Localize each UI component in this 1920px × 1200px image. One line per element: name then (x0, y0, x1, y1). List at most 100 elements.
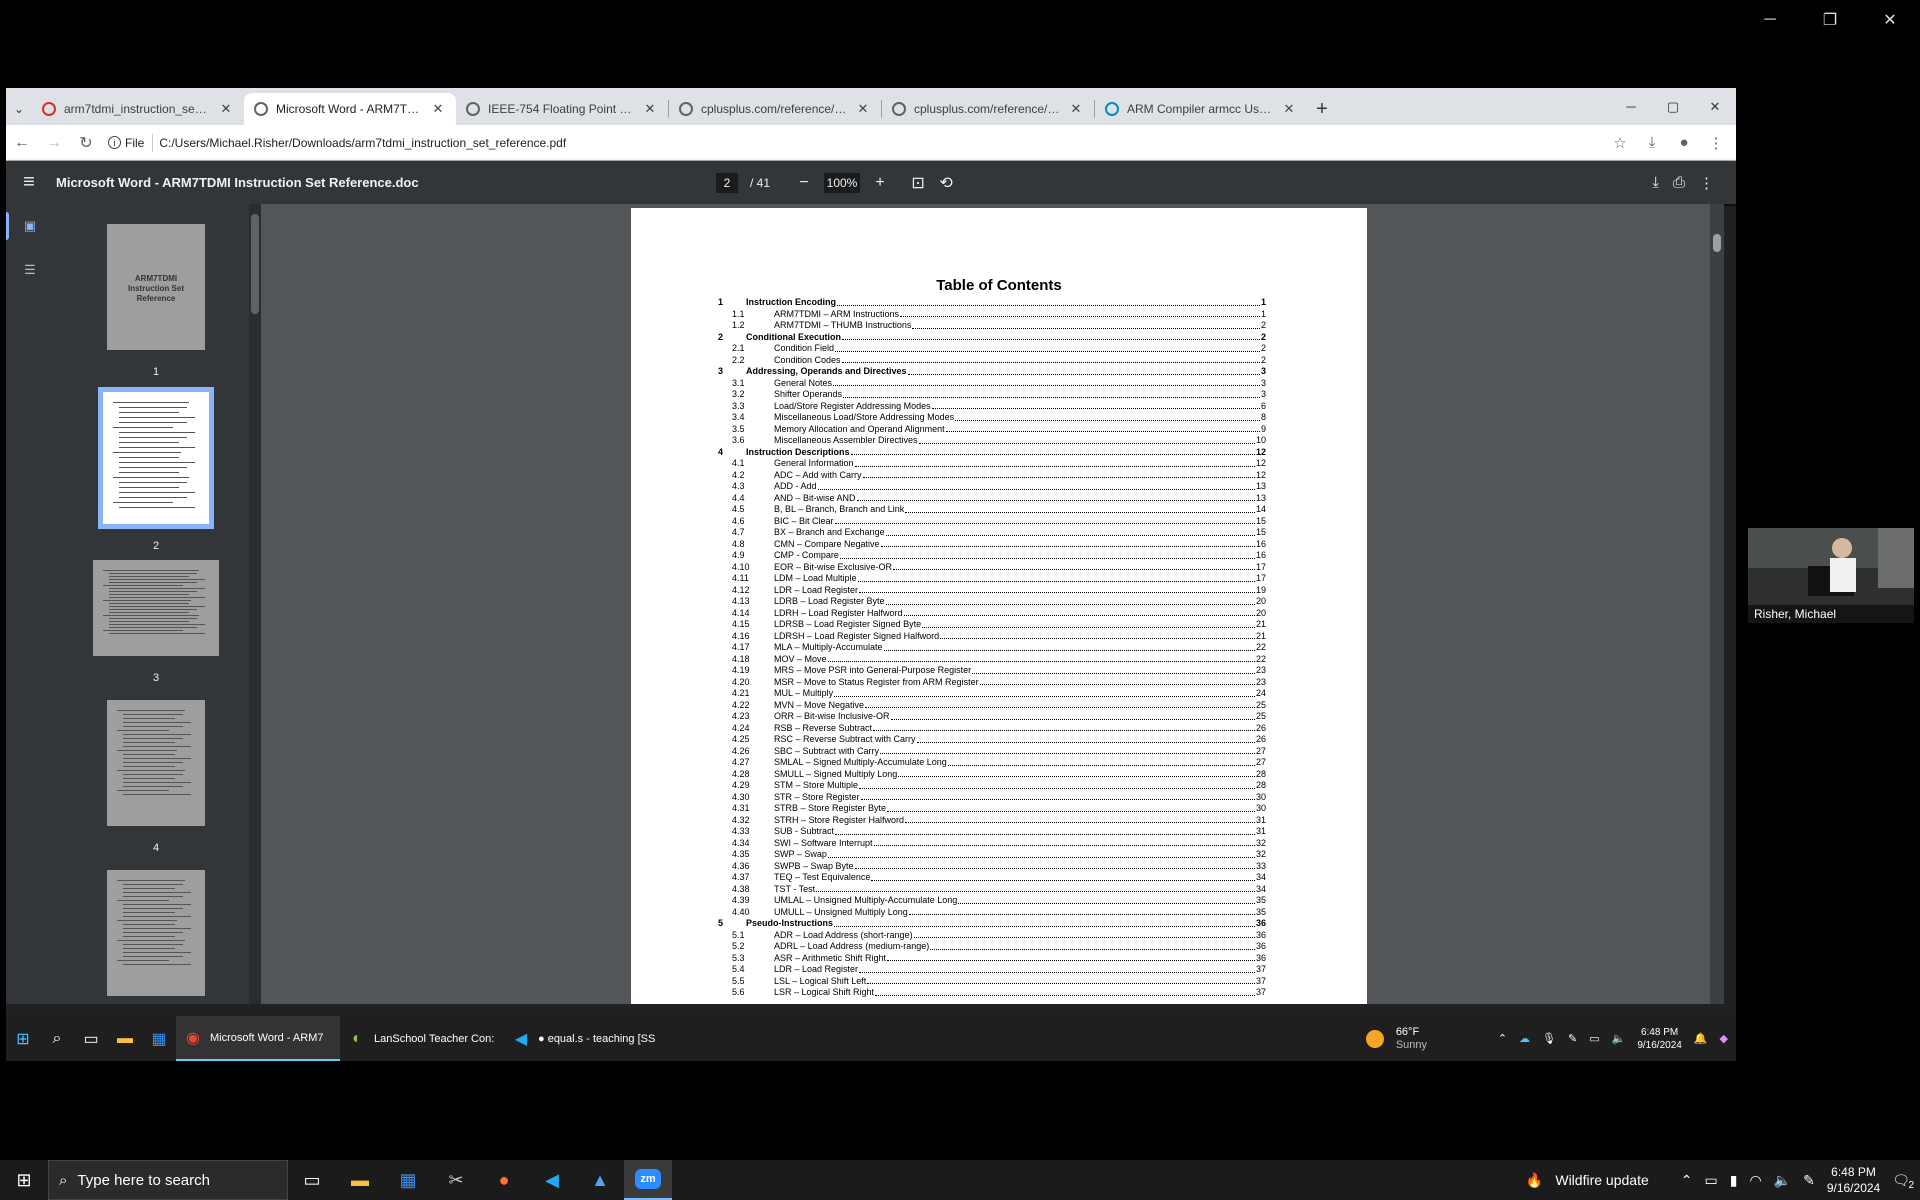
pdf-viewer[interactable]: Table of Contents 1 Instruction Encoding 1… (261, 204, 1724, 1004)
toc-row[interactable]: 2.1 Condition Field 2 (718, 343, 1266, 355)
toc-row[interactable]: 4.39 UMLAL – Unsigned Multiply-Accumulate… (718, 895, 1266, 907)
toc-row[interactable]: 4.20 MSR – Move to Status Register from A… (718, 677, 1266, 689)
remote-file-explorer-icon[interactable]: ▬ (108, 1016, 142, 1061)
toc-row[interactable]: 4.1 General Information 12 (718, 458, 1266, 470)
toc-row[interactable]: 4.38 TST - Test 34 (718, 884, 1266, 896)
browser-minimize-button[interactable]: ─ (1610, 88, 1652, 125)
tray-device-icon[interactable]: ▭ (1704, 1172, 1717, 1189)
browser-tab[interactable]: cplusplus.com/reference/cstdio ✕ (669, 93, 881, 125)
vscode-icon[interactable]: ◀ (528, 1160, 576, 1200)
profile-icon[interactable]: ● (1672, 134, 1696, 152)
page-thumbnail[interactable]: 5 (107, 870, 205, 1004)
toc-row[interactable]: 4.9 CMP - Compare 16 (718, 550, 1266, 562)
outer-maximize-button[interactable]: ❐ (1800, 0, 1860, 40)
pdf-download-icon[interactable]: ⤓ (1652, 174, 1659, 192)
toc-row[interactable]: 4.29 STM – Store Multiple 28 (718, 780, 1266, 792)
toc-row[interactable]: 4.22 MVN – Move Negative 25 (718, 700, 1266, 712)
battery-icon[interactable]: ▮ (1730, 1172, 1738, 1189)
toc-row[interactable]: 4.6 BIC – Bit Clear 15 (718, 516, 1266, 528)
toc-row[interactable]: 3.3 Load/Store Register Addressing Modes 6 (718, 401, 1266, 413)
toc-row[interactable]: 3.5 Memory Allocation and Operand Alignme… (718, 424, 1266, 436)
file-explorer-icon[interactable]: ▬ (336, 1160, 384, 1200)
toc-row[interactable]: 4.3 ADD - Add 13 (718, 481, 1266, 493)
browser-tab[interactable]: ARM Compiler armcc User Guide ✕ (1095, 93, 1307, 125)
chevron-up-icon[interactable]: ⌃ (1498, 1032, 1507, 1045)
onedrive-icon[interactable]: ☁ (1519, 1032, 1530, 1045)
reload-button[interactable]: ↻ (70, 127, 102, 159)
page-thumbnail[interactable]: 4 (107, 700, 205, 854)
firefox-icon[interactable]: ● (480, 1160, 528, 1200)
notification-icon[interactable]: 🗨 2 (1892, 1172, 1914, 1191)
browser-close-button[interactable]: ✕ (1694, 88, 1736, 125)
toc-row[interactable]: 1.1 ARM7TDMI – ARM Instructions 1 (718, 309, 1266, 321)
toc-row[interactable]: 4.23 ORR – Bit-wise Inclusive-OR 25 (718, 711, 1266, 723)
toc-row[interactable]: 4.2 ADC – Add with Carry 12 (718, 470, 1266, 482)
toc-row[interactable]: 4.35 SWP – Swap 32 (718, 849, 1266, 861)
toc-row[interactable]: 4.8 CMN – Compare Negative 16 (718, 539, 1266, 551)
toc-row[interactable]: 4.15 LDRSB – Load Register Signed Byte 21 (718, 619, 1266, 631)
toc-row[interactable]: 4.16 LDRSH – Load Register Signed Halfwor… (718, 631, 1266, 643)
tab-close-icon[interactable]: ✕ (642, 101, 658, 117)
zoom-out-icon[interactable]: − (796, 174, 812, 192)
remote-store-icon[interactable]: ▦ (142, 1016, 176, 1061)
toc-row[interactable]: 4.4 AND – Bit-wise AND 13 (718, 493, 1266, 505)
zoom-level-input[interactable]: 100% (824, 172, 861, 193)
toc-row[interactable]: 5.1 ADR – Load Address (short-range) 36 (718, 930, 1266, 942)
browser-tab[interactable]: IEEE-754 Floating Point Converter ✕ (456, 93, 668, 125)
bookmark-star-icon[interactable]: ☆ (1608, 134, 1632, 152)
toc-row[interactable]: 4.28 SMULL – Signed Multiply Long 28 (718, 769, 1266, 781)
browser-tab[interactable]: cplusplus.com/reference/cstdio ✕ (882, 93, 1094, 125)
remote-taskbar-app[interactable]: ◉ Microsoft Word - ARM7 (176, 1016, 340, 1061)
print-icon[interactable]: ⎙ (1673, 174, 1685, 192)
toc-row[interactable]: 4.17 MLA – Multiply-Accumulate 22 (718, 642, 1266, 654)
page-thumbnail[interactable]: 3 (93, 560, 219, 684)
remote-clock[interactable]: 6:48 PM 9/16/2024 (1637, 1026, 1682, 1052)
toc-row[interactable]: 4.37 TEQ – Test Equivalence 34 (718, 872, 1266, 884)
toc-row[interactable]: 4.10 EOR – Bit-wise Exclusive-OR 17 (718, 562, 1266, 574)
toc-row[interactable]: 4.14 LDRH – Load Register Halfword 20 (718, 608, 1266, 620)
taskbar-search[interactable]: ⌕ Type here to search (48, 1160, 288, 1200)
new-tab-button[interactable]: + (1307, 93, 1337, 125)
taskbar-clock[interactable]: 6:48 PM 9/16/2024 (1827, 1164, 1880, 1196)
outer-minimize-button[interactable]: ─ (1740, 0, 1800, 40)
toc-row[interactable]: 4.7 BX – Branch and Exchange 15 (718, 527, 1266, 539)
toc-chapter-row[interactable]: 1 Instruction Encoding 1 (718, 297, 1266, 309)
toc-row[interactable]: 4.31 STRB – Store Register Byte 30 (718, 803, 1266, 815)
toc-row[interactable]: 3.6 Miscellaneous Assembler Directives 10 (718, 435, 1266, 447)
toc-chapter-row[interactable]: 2 Conditional Execution 2 (718, 332, 1266, 344)
network-icon[interactable]: ▭ (1589, 1032, 1599, 1045)
task-view-icon[interactable]: ▭ (288, 1160, 336, 1200)
page-number-input[interactable]: 2 (716, 172, 738, 193)
copilot-icon[interactable]: ◆ (1720, 1032, 1728, 1045)
forward-button[interactable]: → (38, 127, 70, 159)
toc-row[interactable]: 5.2 ADRL – Load Address (medium-range) 36 (718, 941, 1266, 953)
toc-row[interactable]: 4.25 RSC – Reverse Subtract with Carry 26 (718, 734, 1266, 746)
toc-row[interactable]: 4.36 SWPB – Swap Byte 33 (718, 861, 1266, 873)
toc-row[interactable]: 3.4 Miscellaneous Load/Store Addressing M… (718, 412, 1266, 424)
toc-chapter-row[interactable]: 3 Addressing, Operands and Directives 3 (718, 366, 1266, 378)
wildfire-update[interactable]: Wildfire update (1555, 1172, 1648, 1188)
start-button[interactable]: ⊞ (0, 1160, 48, 1200)
site-info-chip[interactable]: i File (108, 133, 154, 152)
toc-row[interactable]: 4.33 SUB - Subtract 31 (718, 826, 1266, 838)
snipping-tool-icon[interactable]: ✂ (432, 1160, 480, 1200)
toc-row[interactable]: 5.4 LDR – Load Register 37 (718, 964, 1266, 976)
calculator-icon[interactable]: ▦ (384, 1160, 432, 1200)
pdf-more-icon[interactable]: ⋮ (1699, 174, 1714, 192)
speaker-icon[interactable]: 🔈 (1774, 1172, 1791, 1189)
tab-search-button[interactable]: ⌄ (6, 93, 32, 125)
toc-row[interactable]: 4.19 MRS – Move PSR into General-Purpose … (718, 665, 1266, 677)
page-thumbnail[interactable]: 2 (98, 387, 214, 552)
outline-icon[interactable]: ☰ (6, 248, 54, 292)
toc-row[interactable]: 5.5 LSL – Logical Shift Left 37 (718, 976, 1266, 988)
omnibox[interactable]: i File C:/Users/Michael.Risher/Downloads… (108, 129, 566, 157)
toc-row[interactable]: 4.34 SWI – Software Interrupt 32 (718, 838, 1266, 850)
thumbnails-icon[interactable]: ▣ (6, 204, 54, 248)
tray-chevron-icon[interactable]: ⌃ (1681, 1172, 1693, 1189)
remote-taskbar-app[interactable]: ◀ ● equal.s - teaching [SS (504, 1016, 668, 1061)
outer-close-button[interactable]: ✕ (1860, 0, 1920, 40)
toc-row[interactable]: 4.13 LDRB – Load Register Byte 20 (718, 596, 1266, 608)
remote-search-icon[interactable]: ⌕ (40, 1016, 74, 1061)
toc-row[interactable]: 2.2 Condition Codes 2 (718, 355, 1266, 367)
wifi-icon[interactable]: ◠ (1749, 1172, 1761, 1189)
